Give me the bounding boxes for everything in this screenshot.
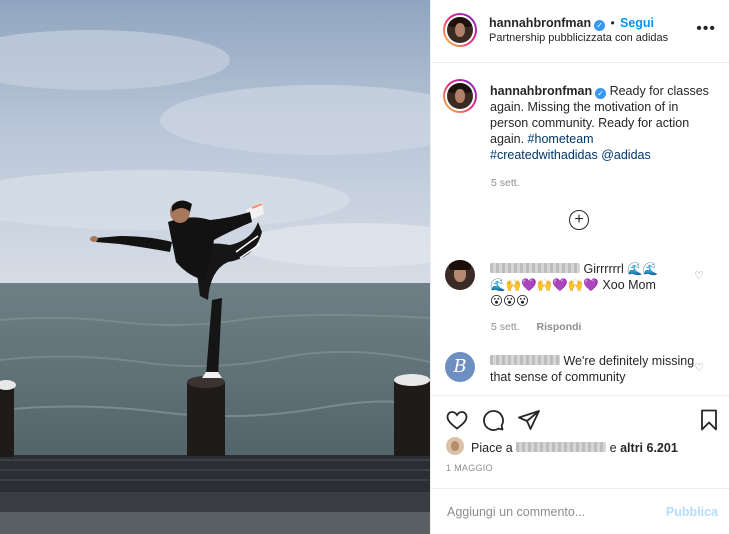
likes-suffix: e [609, 441, 617, 455]
comment-1-text-line3: 😮😮😮 [490, 294, 530, 308]
comment-like-heart-icon[interactable]: ♡ [694, 361, 704, 374]
comment-1: Girrrrrrl 🌊🌊 🌊🙌💜🙌💜🙌💜 Xoo Mom 😮😮😮 [490, 261, 705, 309]
likes-count[interactable]: altri 6.201 [620, 441, 678, 455]
publish-button[interactable]: Pubblica [666, 505, 718, 519]
commenter-username-redacted[interactable] [490, 263, 580, 273]
share-paper-plane-icon[interactable] [517, 408, 541, 432]
save-bookmark-icon[interactable] [697, 408, 721, 432]
separator-dot: • [610, 16, 615, 30]
post-caption: hannahbronfman ✓ Ready for classes again.… [490, 83, 712, 163]
mention-adidas[interactable]: @adidas [601, 148, 651, 162]
verified-badge-icon: ✓ [595, 88, 607, 99]
liker-username-redacted[interactable] [516, 442, 607, 452]
comment-1-text-line2: 🌊🙌💜🙌💜🙌💜 Xoo Mom [490, 278, 656, 292]
plus-circle-icon[interactable]: + [569, 210, 589, 230]
hashtag-hometeam[interactable]: #hometeam [528, 132, 594, 146]
commenter-avatar[interactable] [445, 260, 475, 290]
caption-author-username[interactable]: hannahbronfman [490, 84, 592, 98]
comment-1-time[interactable]: 5 sett. [491, 321, 520, 333]
follow-button[interactable]: Segui [620, 16, 654, 30]
verified-badge-icon: ✓ [594, 20, 606, 31]
commenter-username-redacted[interactable] [490, 355, 560, 365]
post-photo[interactable] [0, 0, 430, 534]
comments-area[interactable]: hannahbronfman ✓ Ready for classes again.… [431, 64, 729, 394]
action-bar: Piace a e altri 6.201 1 MAGGIO [431, 395, 729, 500]
liker-avatar[interactable] [446, 437, 464, 455]
comment-1-text-line1: Girrrrrrl 🌊🌊 [583, 262, 659, 276]
brand-commenter-avatar[interactable]: B [445, 352, 475, 382]
likes-summary: Piace a e altri 6.201 [471, 441, 678, 455]
more-options-icon[interactable]: ••• [696, 20, 716, 38]
yoga-pose-photo [0, 0, 430, 534]
comment-input[interactable]: Aggiungi un commento... [447, 505, 585, 519]
caption-time[interactable]: 5 sett. [491, 177, 520, 189]
post-header: hannahbronfman ✓ • Segui Partnership pubb… [431, 0, 729, 63]
comment-input-bar: Aggiungi un commento... Pubblica [431, 488, 729, 534]
post-date[interactable]: 1 MAGGIO [446, 463, 493, 473]
author-username[interactable]: hannahbronfman [489, 16, 591, 30]
likes-prefix: Piace a [471, 441, 513, 455]
hashtag-createdwithadidas[interactable]: #createdwithadidas [490, 148, 598, 162]
author-avatar[interactable] [443, 13, 477, 47]
post-details-panel: hannahbronfman ✓ • Segui Partnership pubb… [430, 0, 729, 534]
author-line: hannahbronfman ✓ • Segui [489, 16, 654, 31]
like-heart-icon[interactable] [445, 408, 469, 432]
caption-author-avatar[interactable] [443, 79, 477, 113]
comment-like-heart-icon[interactable]: ♡ [694, 269, 704, 282]
comment-bubble-icon[interactable] [481, 408, 505, 432]
partnership-label[interactable]: Partnership pubblicizzata con adidas [489, 32, 668, 44]
comment-1-meta: 5 sett. Rispondi [491, 321, 581, 333]
comment-2: We're definitely missing that sense of c… [490, 353, 705, 385]
reply-button[interactable]: Rispondi [537, 321, 582, 333]
